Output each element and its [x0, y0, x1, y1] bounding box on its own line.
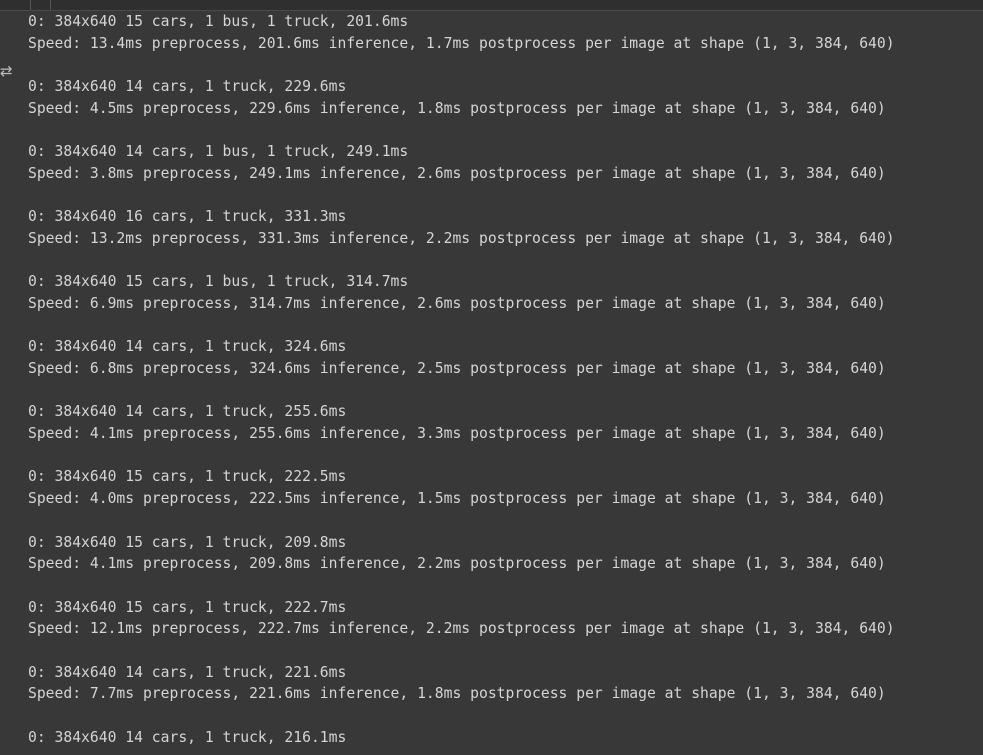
output-line: Speed: 4.0ms preprocess, 222.5ms inferen… — [28, 490, 886, 508]
toolbar-divider — [30, 0, 31, 10]
output-line: 0: 384x640 15 cars, 1 truck, 209.8ms — [28, 533, 347, 551]
output-line: 0: 384x640 14 cars, 1 bus, 1 truck, 249.… — [28, 143, 409, 161]
output-blank-line — [28, 380, 978, 402]
output-line: 0: 384x640 15 cars, 1 truck, 222.5ms — [28, 468, 347, 486]
output-blank-line — [28, 185, 978, 207]
output-line: 0: 384x640 14 cars, 1 truck, 216.1ms — [28, 728, 347, 746]
output-line: Speed: 4.1ms preprocess, 255.6ms inferen… — [28, 425, 886, 443]
output-line: 0: 384x640 14 cars, 1 truck, 255.6ms — [28, 403, 347, 421]
output-line: Speed: 12.1ms preprocess, 222.7ms infere… — [28, 620, 895, 638]
output-blank-line — [28, 119, 978, 141]
output-line: Speed: 6.8ms preprocess, 324.6ms inferen… — [28, 360, 886, 377]
output-line: Speed: 4.5ms preprocess, 229.6ms inferen… — [28, 99, 886, 117]
output-line: 0: 384x640 16 cars, 1 truck, 331.3ms — [28, 208, 347, 226]
output-line: 0: 384x640 14 cars, 1 truck, 229.6ms — [28, 78, 347, 96]
output-line: Speed: 4.1ms preprocess, 209.8ms inferen… — [28, 555, 886, 573]
output-line: Speed: 13.4ms preprocess, 201.6ms infere… — [28, 34, 895, 52]
output-line: Speed: 13.2ms preprocess, 331.3ms infere… — [28, 229, 895, 247]
output-blank-line — [28, 575, 978, 597]
output-line: 0: 384x640 15 cars, 1 bus, 1 truck, 314.… — [28, 273, 409, 291]
output-line: Speed: 7.7ms preprocess, 221.6ms inferen… — [28, 685, 886, 703]
toolbar-divider — [50, 0, 51, 10]
output-line: 0: 384x640 15 cars, 1 truck, 222.7ms — [28, 598, 347, 616]
output-line: 0: 384x640 14 cars, 1 truck, 324.6ms — [28, 338, 347, 356]
output-blank-line — [28, 315, 978, 337]
output-blank-line — [28, 445, 978, 467]
output-line: 0: 384x640 15 cars, 1 bus, 1 truck, 201.… — [28, 13, 409, 30]
output-blank-line — [28, 54, 978, 76]
output-line: Speed: 3.8ms preprocess, 249.1ms inferen… — [28, 164, 886, 182]
output-blank-line — [28, 510, 978, 532]
output-blank-line — [28, 640, 978, 662]
cell-output: 0: 384x640 15 cars, 1 bus, 1 truck, 201.… — [28, 11, 978, 748]
output-blank-line — [28, 705, 978, 727]
output-line: 0: 384x640 14 cars, 1 truck, 221.6ms — [28, 663, 347, 681]
output-blank-line — [28, 250, 978, 272]
cell-toolbar-strip — [0, 0, 983, 11]
output-actions-icon[interactable]: ⇄ — [0, 61, 13, 81]
output-line: Speed: 6.9ms preprocess, 314.7ms inferen… — [28, 294, 886, 312]
